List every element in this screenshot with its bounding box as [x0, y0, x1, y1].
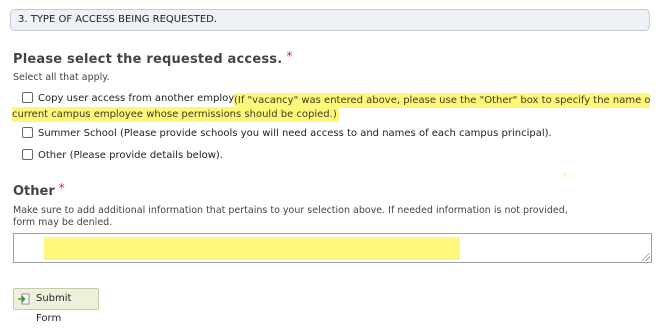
- highlight-mark: [564, 173, 566, 177]
- textarea-highlight: [44, 237, 460, 260]
- required-marker: *: [286, 49, 293, 63]
- option-copy-user-access[interactable]: Copy user access from another employee.: [22, 92, 250, 104]
- access-question-label: Please select the requested access.: [13, 52, 283, 67]
- other-option-label: Other (Please provide details below).: [38, 150, 223, 161]
- option-other[interactable]: Other (Please provide details below).: [22, 149, 223, 161]
- select-all-hint: Select all that apply.: [13, 72, 110, 83]
- section-header: 3. TYPE OF ACCESS BEING REQUESTED.: [10, 9, 650, 31]
- access-question-title: Please select the requested access. *: [13, 49, 293, 67]
- submit-form-label: Submit Form: [36, 293, 72, 324]
- other-field-description: Make sure to add additional information …: [13, 205, 568, 228]
- summer-school-checkbox[interactable]: [22, 127, 33, 138]
- other-field-title: Other *: [13, 181, 65, 199]
- copy-user-access-label: Copy user access from another employee.: [38, 93, 250, 104]
- vacancy-note-line2: current campus employee whose permission…: [12, 107, 339, 122]
- copy-user-access-checkbox[interactable]: [22, 92, 33, 103]
- other-required-marker: *: [58, 181, 65, 195]
- resize-grip-icon[interactable]: [642, 253, 650, 261]
- summer-school-label: Summer School (Please provide schools yo…: [38, 128, 552, 139]
- submit-form-button[interactable]: Submit Form: [13, 288, 99, 324]
- vacancy-note-line1: (If "vacancy" was entered above, please …: [234, 93, 650, 108]
- submit-arrow-icon: [18, 293, 30, 305]
- other-details-textarea[interactable]: [13, 233, 652, 263]
- other-field-label: Other: [13, 184, 55, 199]
- other-checkbox[interactable]: [22, 149, 33, 160]
- option-summer-school[interactable]: Summer School (Please provide schools yo…: [22, 127, 552, 139]
